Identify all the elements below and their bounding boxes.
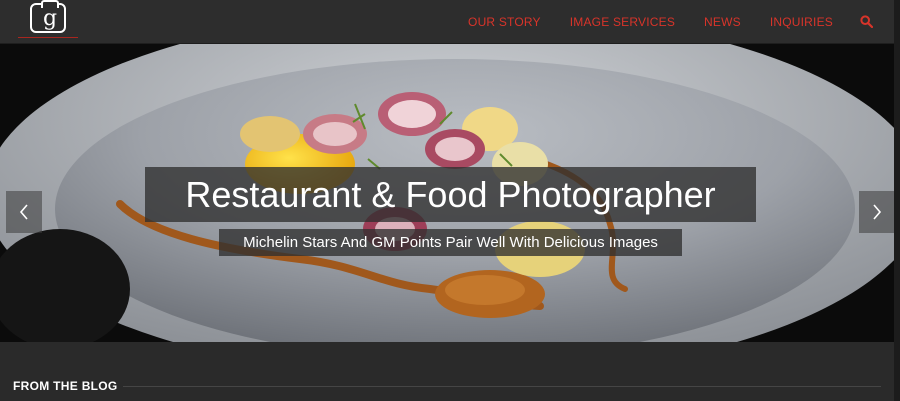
logo-tagline-line <box>18 37 78 40</box>
main-nav: OUR STORY IMAGE SERVICES NEWS INQUIRIES <box>439 0 874 44</box>
slider-prev-button[interactable] <box>6 191 42 233</box>
site-header: g OUR STORY IMAGE SERVICES NEWS INQUIRIE… <box>0 0 894 44</box>
camera-logo-icon: g <box>30 0 66 33</box>
blog-divider <box>123 386 881 387</box>
slider-next-button[interactable] <box>859 191 894 233</box>
page-scrollbar[interactable] <box>894 0 900 401</box>
blog-heading: FROM THE BLOG <box>13 379 118 393</box>
blog-section: FROM THE BLOG <box>0 342 894 401</box>
logo-glyph: g <box>42 6 58 31</box>
logo[interactable]: g <box>18 0 78 43</box>
nav-our-story[interactable]: OUR STORY <box>468 15 541 29</box>
hero-headline: Restaurant & Food Photographer <box>185 173 716 215</box>
hero-subheadline: Michelin Stars And GM Points Pair Well W… <box>243 234 658 251</box>
nav-inquiries[interactable]: INQUIRIES <box>770 15 833 29</box>
chevron-right-icon <box>873 204 882 220</box>
hero-headline-box: Restaurant & Food Photographer <box>145 167 756 222</box>
search-icon[interactable] <box>860 15 874 29</box>
chevron-left-icon <box>19 204 28 220</box>
hero-slider: Restaurant & Food Photographer Michelin … <box>0 44 894 342</box>
nav-image-services[interactable]: IMAGE SERVICES <box>570 15 675 29</box>
nav-news[interactable]: NEWS <box>704 15 741 29</box>
hero-subheadline-box: Michelin Stars And GM Points Pair Well W… <box>219 229 682 256</box>
